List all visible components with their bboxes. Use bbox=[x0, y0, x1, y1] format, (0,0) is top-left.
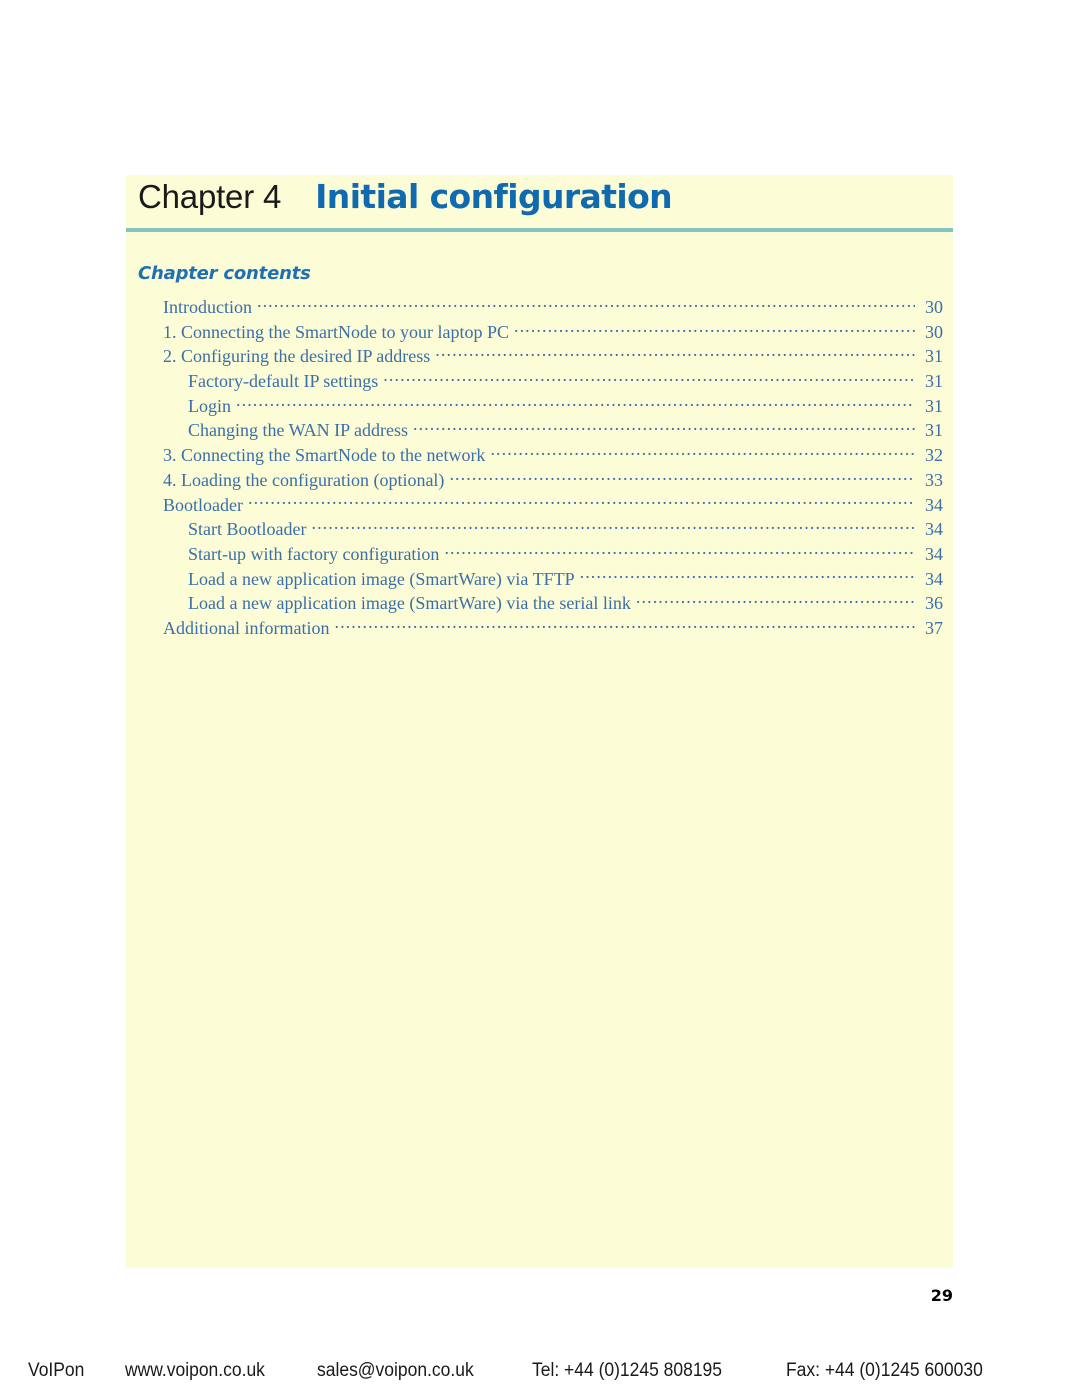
toc-dot-leader bbox=[580, 567, 915, 585]
toc-entry-page: 31 bbox=[925, 371, 943, 392]
page-number: 29 bbox=[930, 1286, 953, 1305]
page-content-panel: Chapter 4 Initial configuration Chapter … bbox=[126, 175, 953, 1268]
toc-entry-label: Start Bootloader bbox=[188, 519, 307, 540]
chapter-header: Chapter 4 Initial configuration bbox=[138, 177, 953, 227]
chapter-label: Chapter 4 bbox=[138, 178, 282, 215]
toc-entry-label: 3. Connecting the SmartNode to the netwo… bbox=[163, 445, 486, 466]
toc-dot-leader bbox=[636, 591, 915, 609]
table-of-contents: Introduction 30 1. Connecting the SmartNod… bbox=[126, 295, 953, 641]
toc-entry[interactable]: 1. Connecting the SmartNode to your lapt… bbox=[126, 320, 953, 345]
toc-entry-page: 30 bbox=[925, 321, 943, 342]
chapter-contents-heading: Chapter contents bbox=[138, 263, 311, 284]
toc-entry-page: 34 bbox=[925, 519, 943, 540]
toc-entry[interactable]: Introduction 30 bbox=[126, 295, 953, 320]
toc-entry-page: 34 bbox=[925, 494, 943, 515]
toc-entry-page: 31 bbox=[925, 346, 943, 367]
toc-entry[interactable]: 2. Configuring the desired IP address 31 bbox=[126, 344, 953, 369]
toc-entry-label: Login bbox=[188, 395, 231, 416]
toc-dot-leader bbox=[334, 616, 915, 634]
toc-entry[interactable]: Start Bootloader 34 bbox=[126, 517, 953, 542]
toc-dot-leader bbox=[490, 443, 915, 461]
toc-entry-page: 33 bbox=[925, 469, 943, 490]
header-divider bbox=[126, 228, 953, 232]
toc-dot-leader bbox=[311, 517, 915, 535]
toc-dot-leader bbox=[444, 542, 915, 560]
toc-dot-leader bbox=[257, 295, 915, 313]
toc-entry[interactable]: 3. Connecting the SmartNode to the netwo… bbox=[126, 443, 953, 468]
toc-dot-leader bbox=[248, 493, 915, 511]
toc-entry-label: Introduction bbox=[163, 297, 252, 317]
footer-fax: Fax: +44 (0)1245 600030 bbox=[786, 1359, 984, 1381]
toc-entry[interactable]: Load a new application image (SmartWare)… bbox=[126, 567, 953, 592]
toc-entry-page: 34 bbox=[925, 543, 943, 564]
toc-entry[interactable]: Login 31 bbox=[126, 394, 953, 419]
toc-entry-label: 2. Configuring the desired IP address bbox=[163, 346, 431, 367]
toc-entry-label: Load a new application image (SmartWare)… bbox=[188, 568, 575, 589]
toc-entry[interactable]: Bootloader 34 bbox=[126, 493, 953, 518]
toc-dot-leader bbox=[514, 320, 915, 338]
toc-entry[interactable]: Changing the WAN IP address 31 bbox=[126, 418, 953, 443]
toc-dot-leader bbox=[449, 468, 915, 486]
toc-entry-label: Additional information bbox=[163, 617, 330, 638]
page-title: Initial configuration bbox=[315, 177, 673, 216]
toc-dot-leader bbox=[383, 369, 915, 387]
toc-dot-leader bbox=[236, 394, 915, 412]
toc-entry[interactable]: Start-up with factory configuration 34 bbox=[126, 542, 953, 567]
toc-entry-label: 1. Connecting the SmartNode to your lapt… bbox=[163, 321, 509, 342]
toc-entry-page: 36 bbox=[925, 593, 943, 614]
toc-entry-label: Changing the WAN IP address bbox=[188, 420, 408, 441]
toc-entry[interactable]: Load a new application image (SmartWare)… bbox=[126, 591, 953, 616]
toc-entry[interactable]: Factory-default IP settings 31 bbox=[126, 369, 953, 394]
toc-dot-leader bbox=[413, 418, 915, 436]
toc-dot-leader bbox=[435, 344, 915, 362]
toc-entry-page: 32 bbox=[925, 445, 943, 466]
toc-entry-page: 31 bbox=[925, 395, 943, 416]
toc-entry[interactable]: Additional information 37 bbox=[126, 616, 953, 641]
toc-entry-label: Factory-default IP settings bbox=[188, 371, 379, 392]
footer-email[interactable]: sales@voipon.co.uk bbox=[317, 1360, 474, 1382]
toc-entry-label: Start-up with factory configuration bbox=[188, 543, 440, 564]
toc-entry-label: Bootloader bbox=[163, 494, 243, 515]
toc-entry-label: Load a new application image (SmartWare)… bbox=[188, 593, 631, 614]
toc-entry-page: 30 bbox=[925, 297, 943, 317]
toc-entry[interactable]: 4. Loading the configuration (optional) 3… bbox=[126, 468, 953, 493]
toc-entry-page: 37 bbox=[925, 617, 943, 638]
toc-entry-label: 4. Loading the configuration (optional) bbox=[163, 469, 445, 490]
footer-telephone: Tel: +44 (0)1245 808195 bbox=[531, 1359, 722, 1381]
page-footer: VoIPon www.voipon.co.uk sales@voipon.co.… bbox=[0, 1344, 1080, 1397]
toc-entry-page: 31 bbox=[925, 420, 943, 441]
footer-brand: VoIPon bbox=[28, 1359, 85, 1381]
toc-entry-page: 34 bbox=[925, 568, 943, 589]
footer-website[interactable]: www.voipon.co.uk bbox=[125, 1360, 265, 1382]
